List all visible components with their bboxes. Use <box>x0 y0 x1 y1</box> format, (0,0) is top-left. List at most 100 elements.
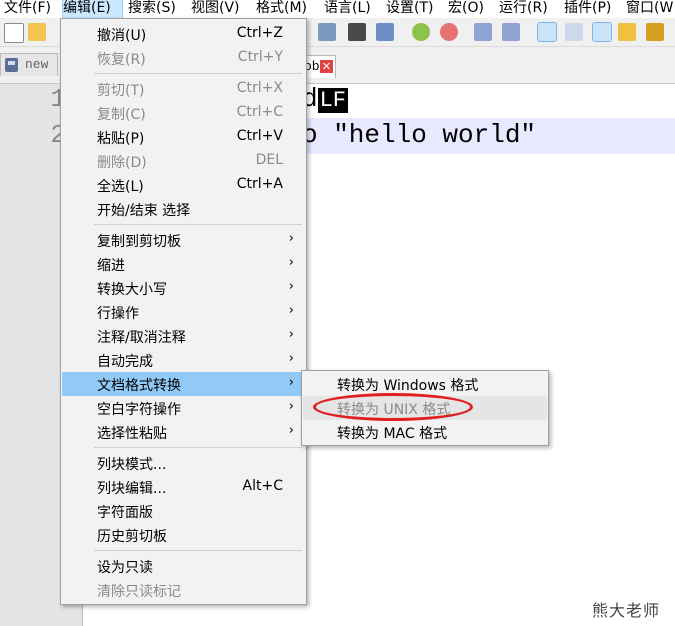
menu-item-paste-special[interactable]: 选择性粘贴 › <box>62 420 305 444</box>
show-all-chars-icon[interactable] <box>565 23 583 41</box>
menu-item-copy[interactable]: 复制(C) Ctrl+C <box>62 101 305 125</box>
menu-item-label: 列块编辑... <box>97 481 167 497</box>
menu-item-redo[interactable]: 恢复(R) Ctrl+Y <box>62 46 305 70</box>
menu-item-label: 复制到剪切板 <box>97 234 181 250</box>
menu-item-shortcut: Ctrl+X <box>236 80 283 96</box>
find-icon[interactable] <box>348 23 366 41</box>
submenu-item-windows[interactable]: 转换为 Windows 格式 <box>303 372 547 396</box>
menu-separator <box>94 224 302 225</box>
menu-window[interactable]: 窗口(W <box>626 0 673 18</box>
close-tab-icon[interactable]: ✕ <box>320 60 333 73</box>
menu-item-label: 选择性粘贴 <box>97 426 167 442</box>
menu-item-label: 注释/取消注释 <box>97 330 186 346</box>
menu-search[interactable]: 搜索(S) <box>128 0 176 18</box>
sync-horizontal-icon[interactable] <box>502 23 520 41</box>
sync-vertical-icon[interactable] <box>474 23 492 41</box>
menu-item-shortcut: DEL <box>255 152 283 168</box>
chevron-right-icon: › <box>288 351 294 366</box>
submenu-item-label: 转换为 MAC 格式 <box>337 426 448 442</box>
menu-item-begin-end-select[interactable]: 开始/结束 选择 <box>62 197 305 221</box>
menu-item-clear-readonly[interactable]: 清除只读标记 <box>62 578 305 602</box>
menu-separator <box>94 550 302 551</box>
menu-item-clipboard-history[interactable]: 历史剪切板 <box>62 523 305 547</box>
menu-item-select-all[interactable]: 全选(L) Ctrl+A <box>62 173 305 197</box>
menu-settings[interactable]: 设置(T) <box>386 0 433 18</box>
menu-item-label: 设为只读 <box>97 560 153 576</box>
open-file-icon[interactable] <box>28 23 46 41</box>
menu-item-delete[interactable]: 删除(D) DEL <box>62 149 305 173</box>
code-line-1[interactable]: dLF <box>302 84 349 114</box>
menu-separator <box>94 73 302 74</box>
menu-item-label: 缩进 <box>97 258 125 274</box>
menu-separator <box>94 447 302 448</box>
line-number: 2 <box>50 120 66 150</box>
menu-item-label: 撤消(U) <box>97 28 147 44</box>
menu-item-label: 列块模式... <box>97 457 167 473</box>
menu-file[interactable]: 文件(F) <box>4 0 51 18</box>
doc-map-icon[interactable] <box>618 23 636 41</box>
annotation-ellipse <box>313 393 473 421</box>
watermark: 熊大老师 <box>592 601 661 620</box>
function-list-icon[interactable] <box>646 23 664 41</box>
eol-marker: LF <box>317 88 349 113</box>
menu-item-label: 历史剪切板 <box>97 529 167 545</box>
menu-item-shortcut: Ctrl+V <box>236 128 283 144</box>
menu-item-label: 空白字符操作 <box>97 402 181 418</box>
menu-item-undo[interactable]: 撤消(U) Ctrl+Z <box>62 22 305 46</box>
redo-icon[interactable] <box>318 23 336 41</box>
menu-item-label: 文档格式转换 <box>97 378 181 394</box>
new-file-icon[interactable] <box>4 23 24 43</box>
menu-item-label: 全选(L) <box>97 179 144 195</box>
menu-item-column-editor[interactable]: 列块编辑... Alt+C <box>62 475 305 499</box>
menu-item-column-mode[interactable]: 列块模式... <box>62 451 305 475</box>
menu-item-label: 字符面版 <box>97 505 153 521</box>
code-line-2[interactable]: o "hello world" <box>302 120 536 150</box>
replace-icon[interactable] <box>376 23 394 41</box>
menu-language[interactable]: 语言(L) <box>324 0 371 18</box>
menu-edit[interactable]: 编辑(E) <box>62 0 123 19</box>
zoom-out-icon[interactable] <box>440 23 458 41</box>
menu-item-label: 粘贴(P) <box>97 131 145 147</box>
menu-item-char-panel[interactable]: 字符面版 <box>62 499 305 523</box>
menu-item-line-ops[interactable]: 行操作 › <box>62 300 305 324</box>
menu-item-label: 行操作 <box>97 306 139 322</box>
indent-guide-icon[interactable] <box>592 22 612 42</box>
menu-item-label: 恢复(R) <box>97 52 146 68</box>
chevron-right-icon: › <box>288 279 294 294</box>
menu-run[interactable]: 运行(R) <box>499 0 548 18</box>
menu-format[interactable]: 格式(M) <box>256 0 307 18</box>
menu-macro[interactable]: 宏(O) <box>448 0 484 18</box>
tab-new-label: new <box>25 57 49 72</box>
menu-item-indent[interactable]: 缩进 › <box>62 252 305 276</box>
save-icon <box>5 58 18 72</box>
menu-item-comment[interactable]: 注释/取消注释 › <box>62 324 305 348</box>
menu-item-shortcut: Alt+C <box>242 478 283 494</box>
submenu-item-mac[interactable]: 转换为 MAC 格式 <box>303 420 547 444</box>
menu-item-label: 自动完成 <box>97 354 153 370</box>
word-wrap-icon[interactable] <box>537 22 557 42</box>
chevron-right-icon: › <box>288 303 294 318</box>
line-number: 1 <box>50 84 66 114</box>
menu-item-label: 剪切(T) <box>97 83 145 99</box>
menu-item-set-readonly[interactable]: 设为只读 <box>62 554 305 578</box>
menu-item-label: 复制(C) <box>97 107 146 123</box>
zoom-in-icon[interactable] <box>412 23 430 41</box>
menu-item-blank-ops[interactable]: 空白字符操作 › <box>62 396 305 420</box>
menu-item-copy-to-clipboard[interactable]: 复制到剪切板 › <box>62 228 305 252</box>
menu-item-label: 转换大小写 <box>97 282 167 298</box>
menu-item-shortcut: Ctrl+A <box>236 176 283 192</box>
chevron-right-icon: › <box>288 231 294 246</box>
menu-item-shortcut: Ctrl+Z <box>236 25 283 41</box>
menu-item-cut[interactable]: 剪切(T) Ctrl+X <box>62 77 305 101</box>
menu-item-eol-conversion[interactable]: 文档格式转换 › <box>62 372 305 396</box>
menu-plugins[interactable]: 插件(P) <box>564 0 611 18</box>
menu-item-auto-complete[interactable]: 自动完成 › <box>62 348 305 372</box>
menu-item-label: 开始/结束 选择 <box>97 203 191 219</box>
menu-item-paste[interactable]: 粘贴(P) Ctrl+V <box>62 125 305 149</box>
tab-active[interactable]: ob ✕ <box>302 55 336 78</box>
menu-item-label: 删除(D) <box>97 155 147 171</box>
tab-new[interactable]: new <box>0 53 58 76</box>
menu-item-convert-case[interactable]: 转换大小写 › <box>62 276 305 300</box>
menu-item-shortcut: Ctrl+Y <box>237 49 283 65</box>
menu-view[interactable]: 视图(V) <box>191 0 240 18</box>
